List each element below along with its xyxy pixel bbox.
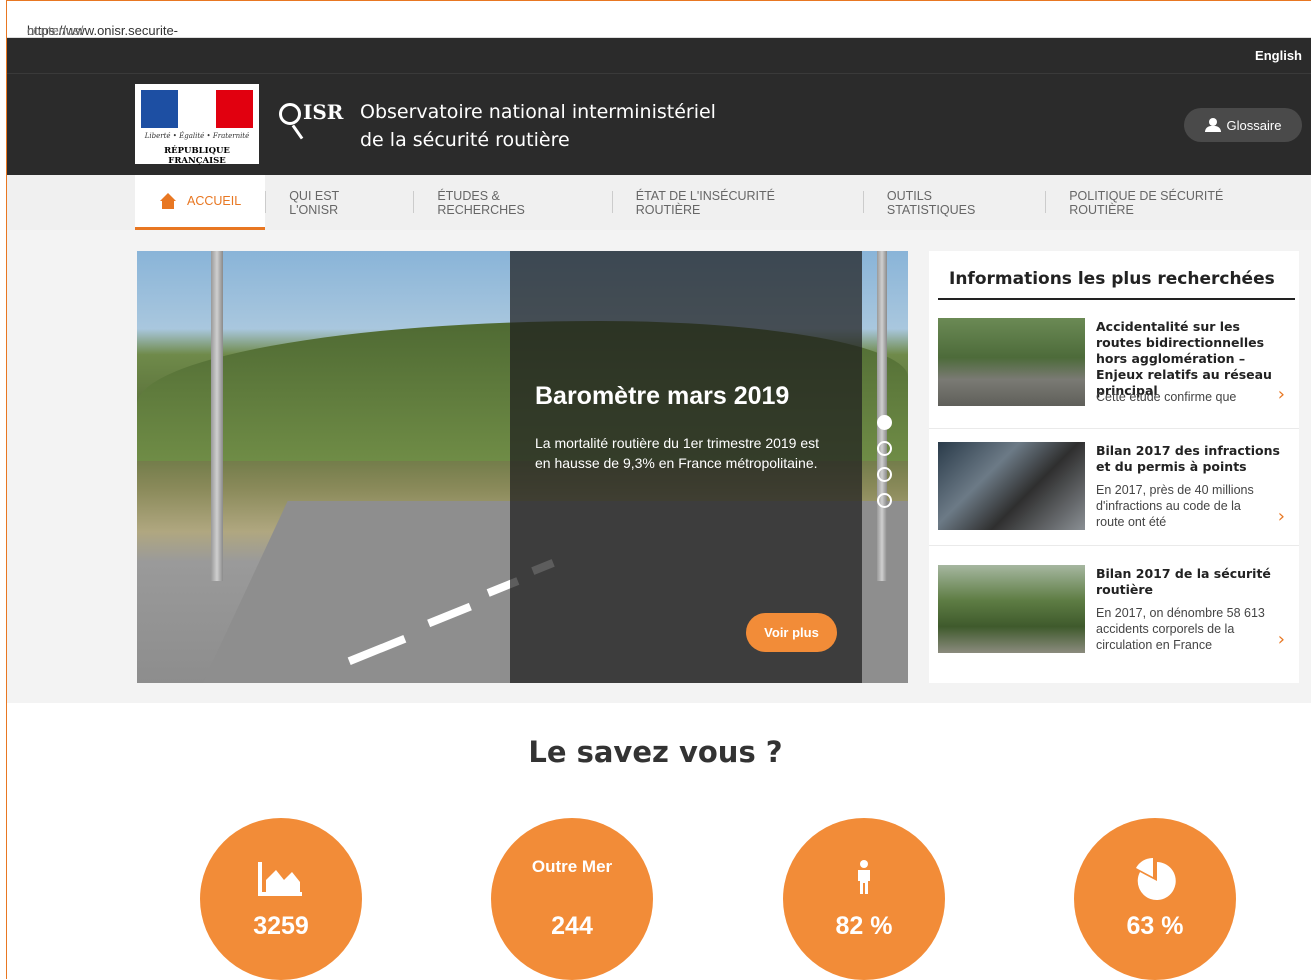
home-icon [159, 193, 177, 209]
slide-text: La mortalité routière du 1er trimestre 2… [535, 435, 820, 471]
main-nav: ACCUEIL QUI EST L'ONISR ÉTUDES & RECHERC… [7, 175, 1311, 230]
article-title: Bilan 2017 des infractions et du permis … [1096, 443, 1280, 474]
article-excerpt: En 2017, près de 40 millions d'infractio… [1096, 483, 1254, 529]
divider [938, 298, 1295, 300]
fact-circle[interactable]: Outre Mer 244 [491, 818, 653, 980]
glossary-label: Glossaire [1226, 117, 1282, 133]
article-excerpt: Cette étude confirme que [1096, 390, 1237, 404]
article-thumbnail [938, 442, 1085, 530]
slider-dot[interactable] [877, 467, 892, 482]
republic-name: RÉPUBLIQUE FRANÇAISE [164, 146, 230, 166]
fact-label: Outre Mer [531, 857, 613, 876]
fact-value: 63 % [1126, 912, 1184, 940]
facts-heading: Le savez vous ? [528, 735, 783, 769]
marianne-flag-icon [141, 90, 253, 128]
onisr-logo[interactable]: ISR [279, 100, 343, 125]
nav-label: ACCUEIL [187, 194, 242, 208]
pie-chart-icon [1136, 858, 1176, 900]
slider-dots [877, 415, 893, 519]
english-language-link[interactable]: English [1255, 48, 1302, 63]
nav-label: QUI EST L'ONISR [289, 188, 339, 217]
chevron-right-icon[interactable]: › [1278, 629, 1285, 650]
area-chart-icon [258, 862, 302, 896]
article-thumbnail [938, 565, 1085, 653]
most-searched-panel: Informations les plus recherchées Accide… [929, 251, 1299, 683]
republique-francaise-logo[interactable]: Liberté • Égalité • Fraternité RÉPUBLIQU… [135, 84, 259, 166]
fact-circle[interactable]: 63 % [1074, 818, 1236, 980]
nav-item-etudes-recherches[interactable]: ÉTUDES & RECHERCHES [413, 175, 611, 230]
fact-value: 244 [551, 912, 593, 940]
republic-motto: Liberté • Égalité • Fraternité [144, 132, 250, 140]
url-path: contenus/ [27, 23, 84, 38]
list-item[interactable]: Bilan 2017 des infractions et du permis … [929, 426, 1299, 546]
chevron-right-icon[interactable]: › [1278, 384, 1285, 405]
site-title[interactable]: Observatoire national interministériel d… [360, 98, 716, 154]
magnifier-icon [279, 102, 301, 125]
slide-title: Baromètre mars 2019 [535, 382, 790, 410]
nav-label: ÉTUDES & RECHERCHES [437, 188, 525, 217]
site-header: Liberté • Égalité • Fraternité RÉPUBLIQU… [7, 74, 1311, 175]
article-title: Bilan 2017 de la sécurité routière [1096, 566, 1271, 597]
panel-heading: Informations les plus recherchées [949, 269, 1275, 289]
nav-item-outils-statistiques[interactable]: OUTILS STATISTIQUES [862, 175, 1045, 230]
fact-circle[interactable]: 3259 [200, 818, 362, 980]
onisr-logo-text: ISR [303, 100, 344, 124]
slider-dot[interactable] [877, 493, 892, 508]
slider-dot[interactable] [877, 415, 892, 430]
nav-label: OUTILS STATISTIQUES [886, 188, 976, 217]
top-bar: English [7, 38, 1311, 74]
chevron-right-icon[interactable]: › [1278, 506, 1285, 527]
nav-label: POLITIQUE DE SÉCURITÉ ROUTIÈRE [1069, 188, 1224, 217]
slider-dot[interactable] [877, 441, 892, 456]
article-excerpt: En 2017, on dénombre 58 613 accidents co… [1096, 606, 1265, 652]
nav-item-politique-securite[interactable]: POLITIQUE DE SÉCURITÉ ROUTIÈRE [1045, 175, 1311, 230]
site-title-line2: de la sécurité routière [360, 129, 570, 151]
nav-item-etat-insecurite[interactable]: ÉTAT DE L'INSÉCURITÉ ROUTIÈRE [611, 175, 863, 230]
glossary-icon [1204, 118, 1221, 132]
fact-value: 82 % [835, 912, 893, 940]
fact-value: 3259 [253, 912, 309, 940]
voir-plus-button[interactable]: Voir plus [746, 613, 837, 652]
hero-slider[interactable]: Baromètre mars 2019 La mortalité routièr… [137, 251, 908, 683]
fact-circle[interactable]: 82 % [783, 818, 945, 980]
person-icon [858, 860, 870, 894]
nav-item-qui-est-onisr[interactable]: QUI EST L'ONISR [265, 175, 413, 230]
address-bar[interactable]: https://www.onisr.securite-routiere.inte… [7, 1, 1311, 53]
article-title: Accidentalité sur les routes bidirection… [1096, 319, 1272, 398]
glossary-button[interactable]: Glossaire [1184, 108, 1302, 142]
nav-item-accueil[interactable]: ACCUEIL [135, 175, 266, 230]
site-title-line1: Observatoire national interministériel [360, 101, 716, 123]
nav-label: ÉTAT DE L'INSÉCURITÉ ROUTIÈRE [635, 188, 775, 217]
list-item[interactable]: Bilan 2017 de la sécurité routière En 20… [929, 549, 1299, 669]
article-thumbnail [938, 318, 1085, 406]
list-item[interactable]: Accidentalité sur les routes bidirection… [929, 309, 1299, 429]
